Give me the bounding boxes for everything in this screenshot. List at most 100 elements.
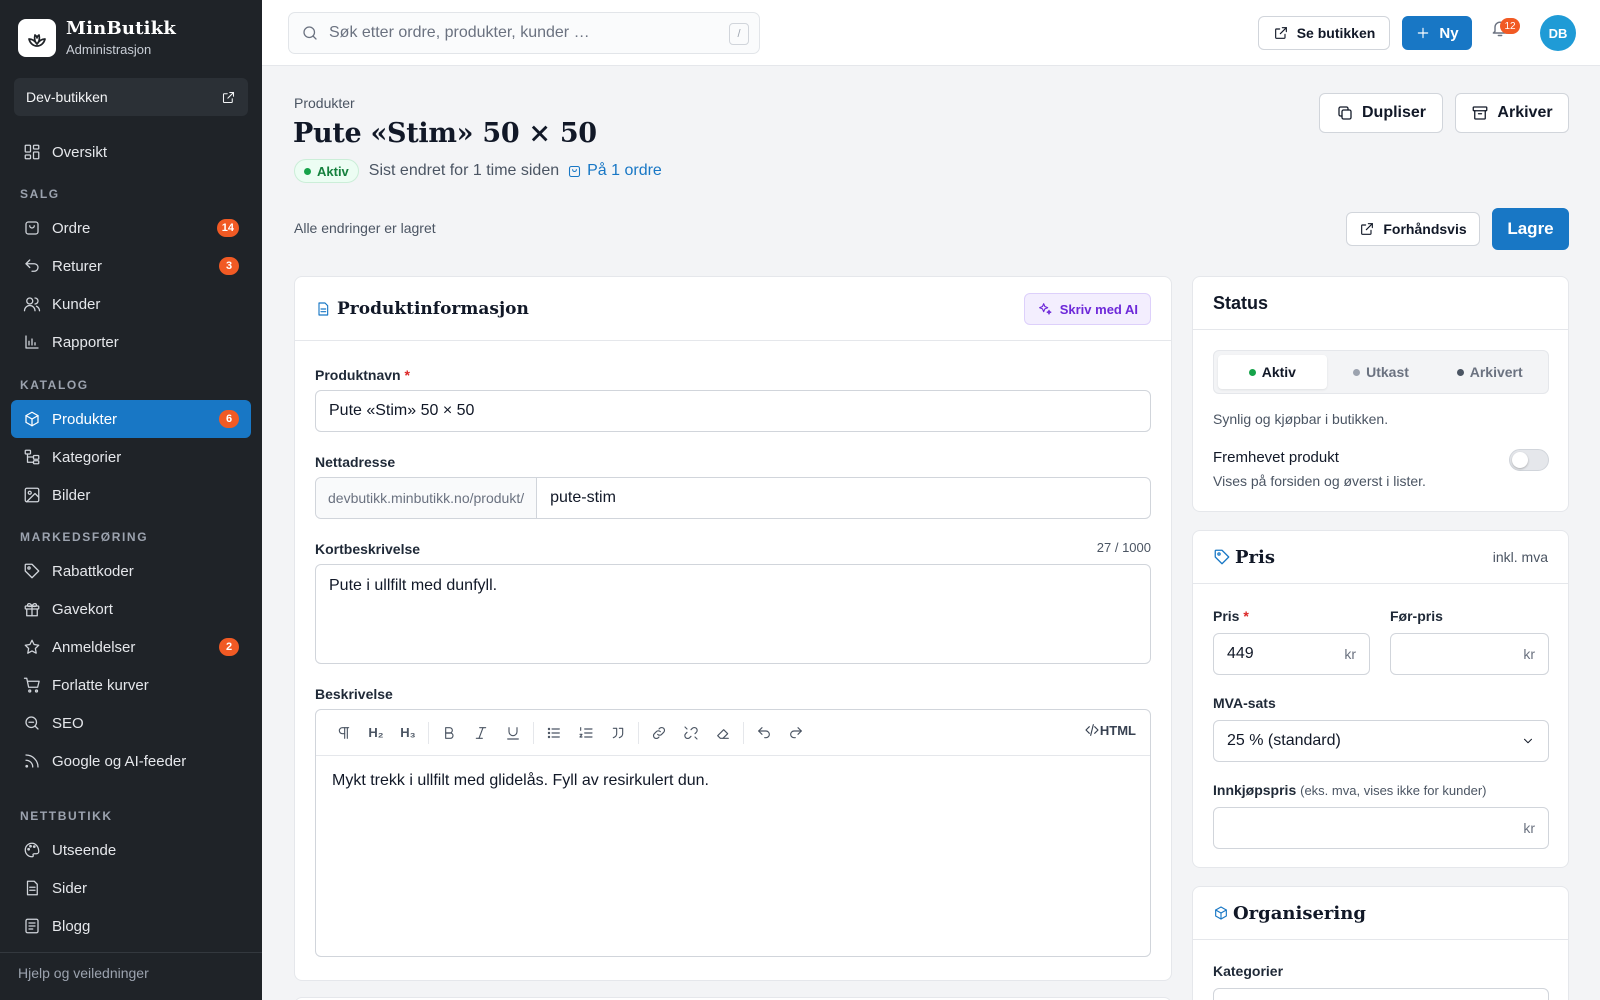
heading2-button[interactable]: H₂ <box>360 718 392 748</box>
cost-price-field[interactable]: kr <box>1213 807 1549 849</box>
price-field[interactable]: kr <box>1213 633 1370 675</box>
product-name-input[interactable] <box>329 402 1137 420</box>
archive-icon <box>1471 104 1497 122</box>
sidebar-item-label: Oversikt <box>52 143 108 161</box>
sidebar-item-pages[interactable]: Sider <box>11 869 251 907</box>
quote-icon[interactable] <box>602 718 634 748</box>
sidebar-item-feeds[interactable]: Google og AI-feeder <box>11 742 251 780</box>
status-option-draft[interactable]: Utkast <box>1327 355 1436 389</box>
card-title: Organisering <box>1233 902 1366 924</box>
sidebar-item-label: Rabattkoder <box>52 562 134 580</box>
preview-button[interactable]: Forhåndsvis <box>1346 212 1480 246</box>
numbered-list-icon[interactable] <box>570 718 602 748</box>
card-header: Pris inkl. mva <box>1193 531 1568 584</box>
orders-link[interactable]: På 1 ordre <box>567 162 662 180</box>
vat-rate-select[interactable]: 25 % (standard) <box>1213 720 1549 762</box>
eraser-icon[interactable] <box>707 718 739 748</box>
status-label: Aktiv <box>317 163 349 179</box>
status-help: Synlig og kjøpbar i butikken. <box>1213 411 1389 427</box>
sidebar-item-label: Gavekort <box>52 600 113 618</box>
card-title: Status <box>1213 292 1269 313</box>
redo-icon[interactable] <box>780 718 812 748</box>
breadcrumb[interactable]: Produkter <box>294 95 355 111</box>
sidebar-item-images[interactable]: Bilder <box>11 476 251 514</box>
tag-icon <box>23 562 52 580</box>
status-badge: Aktiv <box>294 159 359 183</box>
compare-price-input[interactable] <box>1404 645 1518 663</box>
sidebar-item-reports[interactable]: Rapporter <box>11 323 251 361</box>
save-button[interactable]: Lagre <box>1492 208 1569 250</box>
short-description-field[interactable]: Pute i ullfilt med dunfyll. <box>315 564 1151 664</box>
underline-icon[interactable] <box>497 718 529 748</box>
vat-note: inkl. mva <box>1492 549 1548 565</box>
sidebar-item-blog[interactable]: Blogg <box>11 907 251 945</box>
url-field[interactable]: devbutikk.minbutikk.no/produkt/ <box>315 477 1151 519</box>
archive-label: Arkiver <box>1497 104 1553 121</box>
italic-icon[interactable] <box>465 718 497 748</box>
bullet-list-icon[interactable] <box>538 718 570 748</box>
sidebar-item-overview[interactable]: Oversikt <box>11 133 251 171</box>
new-button[interactable]: Ny <box>1402 16 1472 50</box>
global-search[interactable]: / <box>288 12 760 54</box>
view-store-button[interactable]: Se butikken <box>1258 16 1390 50</box>
undo-icon[interactable] <box>748 718 780 748</box>
duplicate-button[interactable]: Dupliser <box>1319 93 1443 133</box>
short-description-input[interactable]: Pute i ullfilt med dunfyll. <box>329 577 1137 647</box>
option-label: Utkast <box>1366 364 1409 380</box>
vat-rate-label: MVA-sats <box>1213 695 1276 711</box>
sidebar-item-label: Utseende <box>52 841 117 859</box>
sidebar-item-returns[interactable]: Returer 3 <box>11 247 251 285</box>
write-with-ai-button[interactable]: Skriv med AI <box>1023 293 1151 325</box>
status-option-archived[interactable]: Arkivert <box>1435 355 1544 389</box>
featured-toggle[interactable] <box>1509 449 1549 471</box>
sidebar: MinButikk Administrasjon Dev-butikken Ov… <box>0 0 262 1000</box>
sidebar-item-orders[interactable]: Ordre 14 <box>11 209 251 247</box>
preview-label: Forhåndsvis <box>1383 221 1467 237</box>
unlink-icon[interactable] <box>675 718 707 748</box>
card-title: Produktinformasjon <box>337 298 529 319</box>
cart-icon <box>23 676 52 694</box>
brand-subtitle: Administrasjon <box>66 42 152 57</box>
sidebar-item-products[interactable]: Produkter 6 <box>11 400 251 438</box>
product-name-field[interactable] <box>315 390 1151 432</box>
sidebar-item-abandoned-carts[interactable]: Forlatte kurver <box>11 666 251 704</box>
sidebar-item-discounts[interactable]: Rabattkoder <box>11 552 251 590</box>
label-text: Innkjøpspris <box>1213 782 1297 798</box>
rich-text-editor[interactable]: H₂ H₃ HTML Mykt trekk i ullfilt med glid… <box>315 709 1151 957</box>
external-link-icon <box>1359 221 1383 237</box>
brand[interactable]: MinButikk Administrasjon <box>18 18 176 57</box>
sidebar-item-appearance[interactable]: Utseende <box>11 831 251 869</box>
compare-price-field[interactable]: kr <box>1390 633 1549 675</box>
paragraph-icon[interactable] <box>328 718 360 748</box>
url-slug-input[interactable] <box>537 489 1150 507</box>
search-input[interactable] <box>329 24 709 42</box>
status-option-active[interactable]: Aktiv <box>1218 355 1327 389</box>
archive-button[interactable]: Arkiver <box>1455 93 1569 133</box>
bold-icon[interactable] <box>433 718 465 748</box>
description-label: Beskrivelse <box>315 686 393 702</box>
html-toggle[interactable]: HTML <box>1084 722 1136 738</box>
sidebar-item-seo[interactable]: SEO <box>11 704 251 742</box>
link-icon[interactable] <box>643 718 675 748</box>
avatar[interactable]: DB <box>1540 15 1576 51</box>
organization-card: Organisering Kategorier <box>1192 886 1569 1000</box>
store-selector[interactable]: Dev-butikken <box>14 78 248 116</box>
count-badge: 14 <box>216 219 239 237</box>
heading3-button[interactable]: H₃ <box>392 718 424 748</box>
sidebar-item-categories[interactable]: Kategorier <box>11 438 251 476</box>
sidebar-item-customers[interactable]: Kunder <box>11 285 251 323</box>
external-link-icon[interactable] <box>221 90 236 105</box>
sidebar-item-giftcards[interactable]: Gavekort <box>11 590 251 628</box>
users-icon <box>23 295 52 313</box>
status-card: Status Aktiv Utkast Arkivert Synlig og k… <box>1192 276 1569 512</box>
categories-field[interactable] <box>1213 988 1549 1000</box>
tree-icon <box>23 448 52 466</box>
search-icon <box>301 24 319 42</box>
price-input[interactable] <box>1227 645 1339 663</box>
dashboard-icon <box>23 143 52 161</box>
sidebar-item-reviews[interactable]: Anmeldelser 2 <box>11 628 251 666</box>
count-badge: 6 <box>219 410 239 428</box>
cost-price-input[interactable] <box>1227 819 1518 837</box>
help-link[interactable]: Hjelp og veiledninger <box>0 952 262 993</box>
description-content[interactable]: Mykt trekk i ullfilt med glidelås. Fyll … <box>332 772 709 790</box>
